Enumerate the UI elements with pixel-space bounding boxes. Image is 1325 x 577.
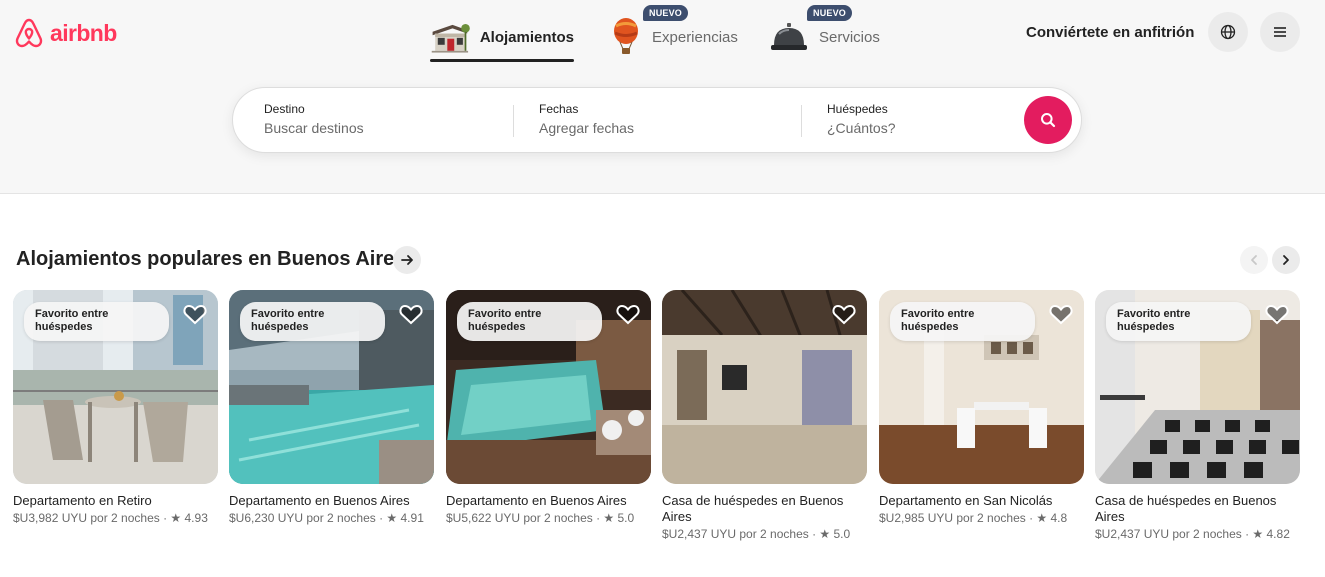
listing-title: Casa de huéspedes en Buenos Aires (662, 493, 844, 524)
service-bell-icon (771, 23, 807, 50)
listing-title: Departamento en Buenos Aires (446, 493, 627, 508)
listing-price-rating: $U2,437 UYU por 2 noches · ★ 5.0 (662, 527, 851, 541)
listing-title: Casa de huéspedes en Buenos Aires (1095, 493, 1277, 524)
section-see-all-button[interactable] (393, 246, 421, 274)
dates-label: Fechas (539, 102, 579, 116)
favorite-heart-icon[interactable] (831, 302, 857, 326)
listing-card[interactable]: Favorito entre huéspedes Departamento en… (13, 290, 218, 526)
globe-icon (1220, 24, 1236, 40)
tab-label: Experiencias (652, 28, 738, 46)
become-host-link[interactable]: Conviértete en anfitrión (1026, 24, 1194, 41)
new-badge: NUEVO (807, 5, 853, 21)
favorite-heart-icon[interactable] (1264, 302, 1290, 326)
listing-price-rating: $U5,622 UYU por 2 noches · ★ 5.0 (446, 511, 635, 525)
listing-photo[interactable]: Favorito entre huéspedes (446, 290, 651, 484)
chevron-left-icon (1251, 255, 1257, 265)
new-badge: NUEVO (643, 5, 689, 21)
tab-label: Alojamientos (479, 28, 574, 46)
carousel-next-button[interactable] (1272, 246, 1300, 274)
listing-card[interactable]: Casa de huéspedes en Buenos Aires $U2,43… (662, 290, 867, 542)
guest-favorite-badge: Favorito entre huéspedes (24, 302, 169, 341)
destination-input[interactable]: Buscar destinos (264, 120, 504, 136)
favorite-heart-icon[interactable] (1048, 302, 1074, 326)
guests-field[interactable]: Huéspedes ¿Cuántos? (827, 88, 1007, 152)
listing-title: Departamento en Retiro (13, 493, 152, 508)
listing-card[interactable]: Favorito entre huéspedes Departamento en… (446, 290, 651, 526)
guest-favorite-badge: Favorito entre huéspedes (890, 302, 1035, 341)
guests-label: Huéspedes (827, 102, 888, 116)
hamburger-menu-icon (1274, 27, 1286, 37)
tab-label: Servicios (819, 28, 880, 46)
favorite-heart-icon[interactable] (182, 302, 208, 326)
divider (801, 105, 802, 137)
section-title: Alojamientos populares en Buenos Aires (16, 248, 406, 270)
guest-favorite-badge: Favorito entre huéspedes (240, 302, 385, 341)
language-button[interactable] (1208, 12, 1248, 52)
tab-alojamientos[interactable]: Alojamientos (430, 12, 574, 62)
house-icon (431, 24, 470, 53)
search-bar: Destino Buscar destinos Fechas Agregar f… (232, 87, 1082, 153)
search-icon (1041, 113, 1056, 128)
listing-title: Departamento en San Nicolás (879, 493, 1053, 508)
listing-title: Departamento en Buenos Aires (229, 493, 410, 508)
listing-photo[interactable]: Favorito entre huéspedes (13, 290, 218, 484)
hot-air-balloon-icon (614, 18, 638, 54)
main-menu-button[interactable] (1260, 12, 1300, 52)
listing-photo[interactable]: Favorito entre huéspedes (229, 290, 434, 484)
listing-photo[interactable]: Favorito entre huéspedes (879, 290, 1084, 484)
listing-price-rating: $U2,437 UYU por 2 noches · ★ 4.82 (1095, 527, 1290, 541)
listing-card[interactable]: Favorito entre huéspedes Departamento en… (879, 290, 1084, 526)
destination-label: Destino (264, 102, 305, 116)
dates-input[interactable]: Agregar fechas (539, 120, 779, 136)
dates-field[interactable]: Fechas Agregar fechas (539, 88, 779, 152)
guest-favorite-badge: Favorito entre huéspedes (1106, 302, 1251, 341)
listing-card[interactable]: Favorito entre huéspedes Departamento en… (229, 290, 434, 526)
favorite-heart-icon[interactable] (615, 302, 641, 326)
carousel-prev-button[interactable] (1240, 246, 1268, 274)
listing-price-rating: $U2,985 UYU por 2 noches · ★ 4.8 (879, 511, 1068, 525)
listing-photo[interactable] (662, 290, 867, 484)
divider (513, 105, 514, 137)
search-button[interactable] (1024, 96, 1072, 144)
guest-favorite-badge: Favorito entre huéspedes (457, 302, 602, 341)
arrow-right-icon (401, 255, 413, 265)
listing-price-rating: $U3,982 UYU por 2 noches · ★ 4.93 (13, 511, 208, 525)
guests-input[interactable]: ¿Cuántos? (827, 120, 1007, 136)
listing-card[interactable]: Favorito entre huéspedes Casa de huésped… (1095, 290, 1300, 542)
destination-field[interactable]: Destino Buscar destinos (264, 88, 504, 152)
chevron-right-icon (1283, 255, 1289, 265)
listing-price-rating: $U6,230 UYU por 2 noches · ★ 4.91 (229, 511, 424, 525)
favorite-heart-icon[interactable] (398, 302, 424, 326)
listing-photo[interactable]: Favorito entre huéspedes (1095, 290, 1300, 484)
